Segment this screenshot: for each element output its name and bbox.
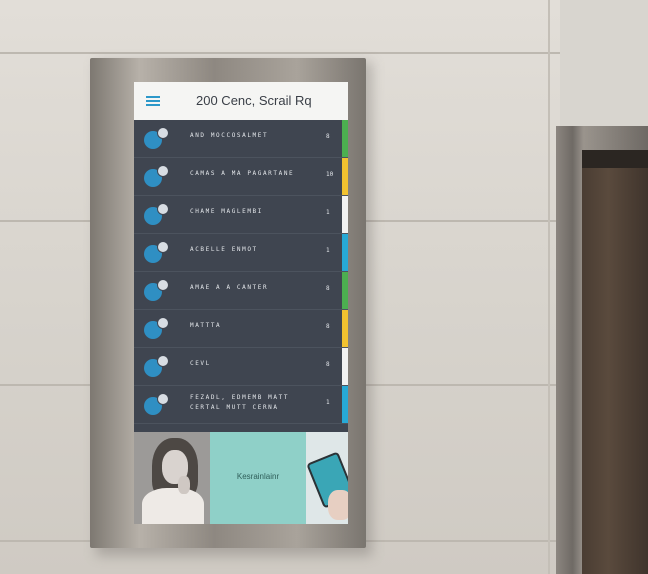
promo-strip: Kesrainlainr [134, 432, 348, 524]
category-stripe [342, 158, 348, 195]
location-icon [144, 279, 169, 301]
wall-joint [0, 52, 560, 54]
category-stripe [342, 348, 348, 385]
location-icon [144, 317, 169, 339]
row-label: CAMAS A MA PAGARTANE [190, 170, 295, 177]
directory-row[interactable]: CHAME MAGLEMBI 1 [134, 196, 348, 234]
elevator-door [582, 168, 648, 574]
elevator-header [582, 150, 648, 170]
row-label: FEZADL, EDMEMB MATT CERTAL MUTT CERNA [190, 394, 290, 411]
category-stripe [342, 234, 348, 271]
location-icon [144, 393, 169, 415]
portrait-photo [134, 432, 210, 524]
directory-row[interactable]: MATTTA 8 [134, 310, 348, 348]
row-count: 8 [326, 133, 330, 140]
row-label: ACBELLE ENMOT [190, 246, 258, 253]
wall-joint [548, 0, 550, 574]
row-count: 1 [326, 399, 330, 406]
row-count: 10 [326, 171, 334, 178]
directory-row[interactable]: ACBELLE ENMOT 1 [134, 234, 348, 272]
row-count: 8 [326, 361, 330, 368]
location-icon [144, 127, 169, 149]
row-count: 8 [326, 323, 330, 330]
category-stripe [342, 272, 348, 309]
directory-list: AND MOCCOSALMET 8 CAMAS A MA PAGARTANE 1… [134, 120, 348, 424]
row-label: CHAME MAGLEMBI [190, 208, 263, 215]
row-count: 1 [326, 209, 330, 216]
screen-header: 200 Cenc, Scrail Rq [134, 82, 348, 120]
location-icon [144, 355, 169, 377]
hamburger-menu-icon[interactable] [146, 96, 160, 106]
row-label: AMAE A A CANTER [190, 284, 269, 291]
directory-row[interactable]: AMAE A A CANTER 8 [134, 272, 348, 310]
screen-title: 200 Cenc, Scrail Rq [196, 93, 312, 108]
directory-row[interactable]: AND MOCCOSALMET 8 [134, 120, 348, 158]
row-count: 1 [326, 247, 330, 254]
row-label: AND MOCCOSALMET [190, 132, 269, 139]
row-count: 8 [326, 285, 330, 292]
category-stripe [342, 386, 348, 423]
location-icon [144, 165, 169, 187]
tablet-photo [306, 432, 348, 524]
row-label: MATTTA [190, 322, 222, 329]
promo-tile[interactable]: Kesrainlainr [210, 432, 306, 524]
scene: 200 Cenc, Scrail Rq AND MOCCOSALMET 8 CA… [0, 0, 648, 574]
location-icon [144, 241, 169, 263]
directory-row[interactable]: CEVL 8 [134, 348, 348, 386]
row-label: CEVL [190, 360, 211, 367]
promo-text: Kesrainlainr [236, 472, 280, 481]
category-stripe [342, 196, 348, 233]
directory-row[interactable]: FEZADL, EDMEMB MATT CERTAL MUTT CERNA 1 [134, 386, 348, 424]
category-stripe [342, 310, 348, 347]
directory-row[interactable]: CAMAS A MA PAGARTANE 10 [134, 158, 348, 196]
location-icon [144, 203, 169, 225]
category-stripe [342, 120, 348, 157]
directory-screen: 200 Cenc, Scrail Rq AND MOCCOSALMET 8 CA… [134, 82, 348, 524]
